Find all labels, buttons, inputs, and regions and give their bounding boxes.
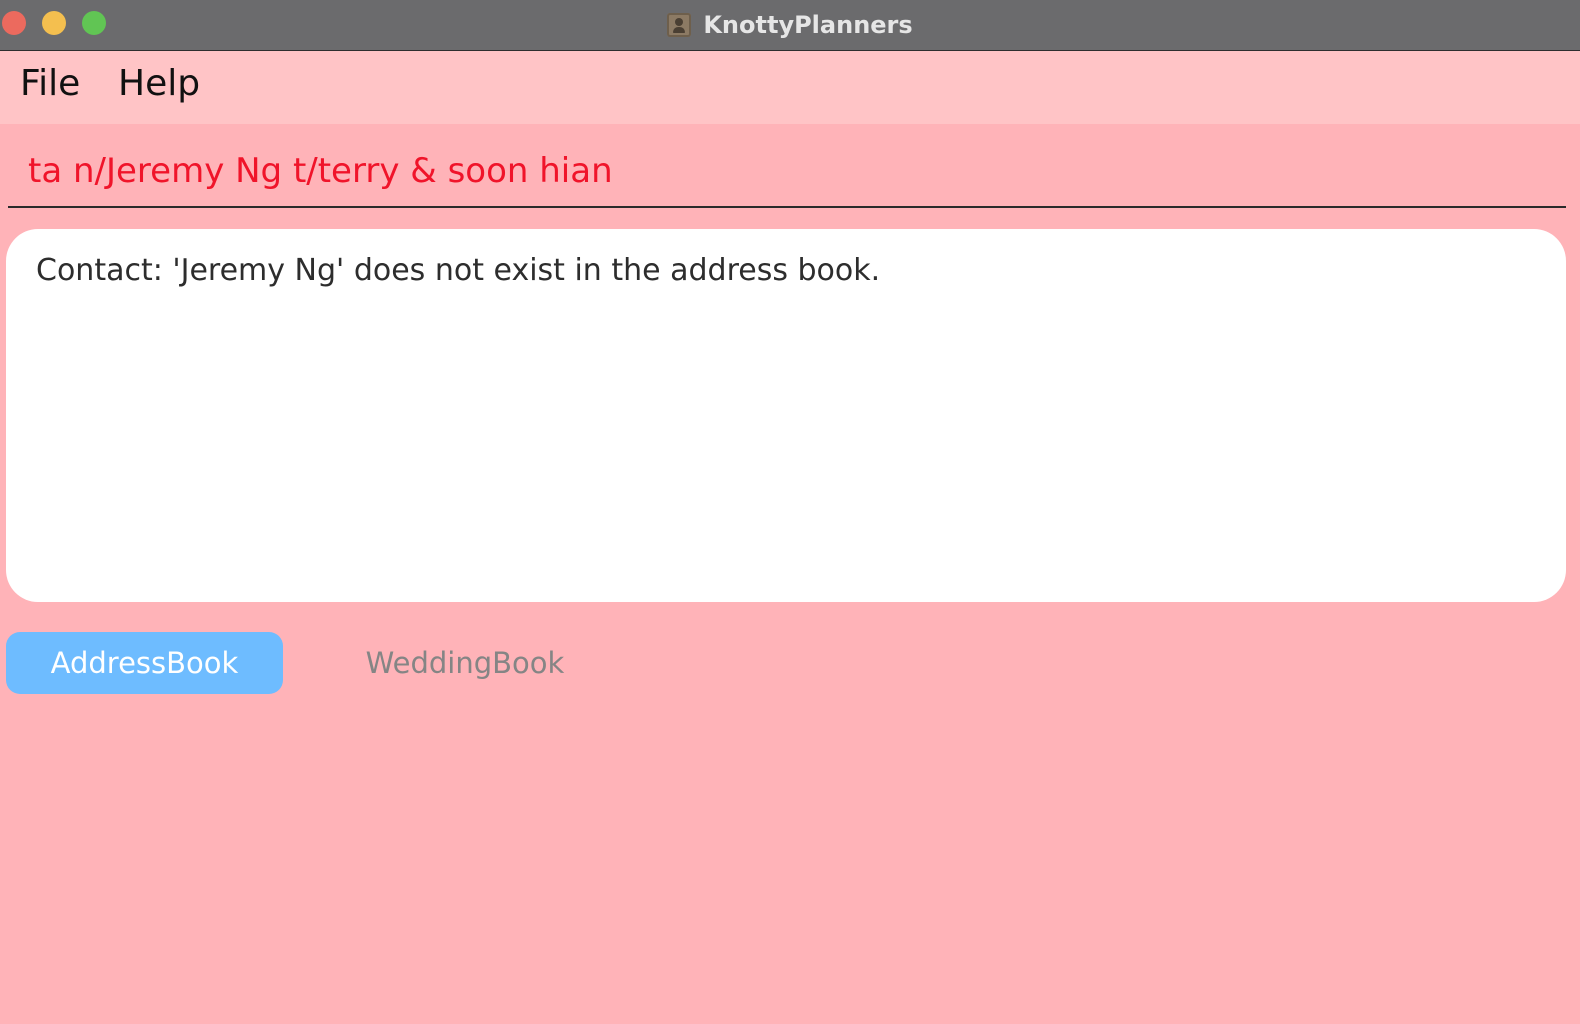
window-title-area: KnottyPlanners [0,0,1580,50]
tab-addressbook[interactable]: AddressBook [6,632,283,694]
menu-bar: File Help [0,51,1580,124]
result-display: Contact: 'Jeremy Ng' does not exist in t… [6,229,1566,602]
window-title: KnottyPlanners [703,11,913,39]
tab-weddingbook[interactable]: WeddingBook [330,632,600,694]
contacts-icon [667,13,692,37]
menu-help[interactable]: Help [118,63,200,104]
result-message: Contact: 'Jeremy Ng' does not exist in t… [36,253,881,288]
command-input[interactable] [28,146,1528,196]
menu-file[interactable]: File [20,63,80,104]
command-box [8,138,1566,208]
window-titlebar: KnottyPlanners [0,0,1580,51]
